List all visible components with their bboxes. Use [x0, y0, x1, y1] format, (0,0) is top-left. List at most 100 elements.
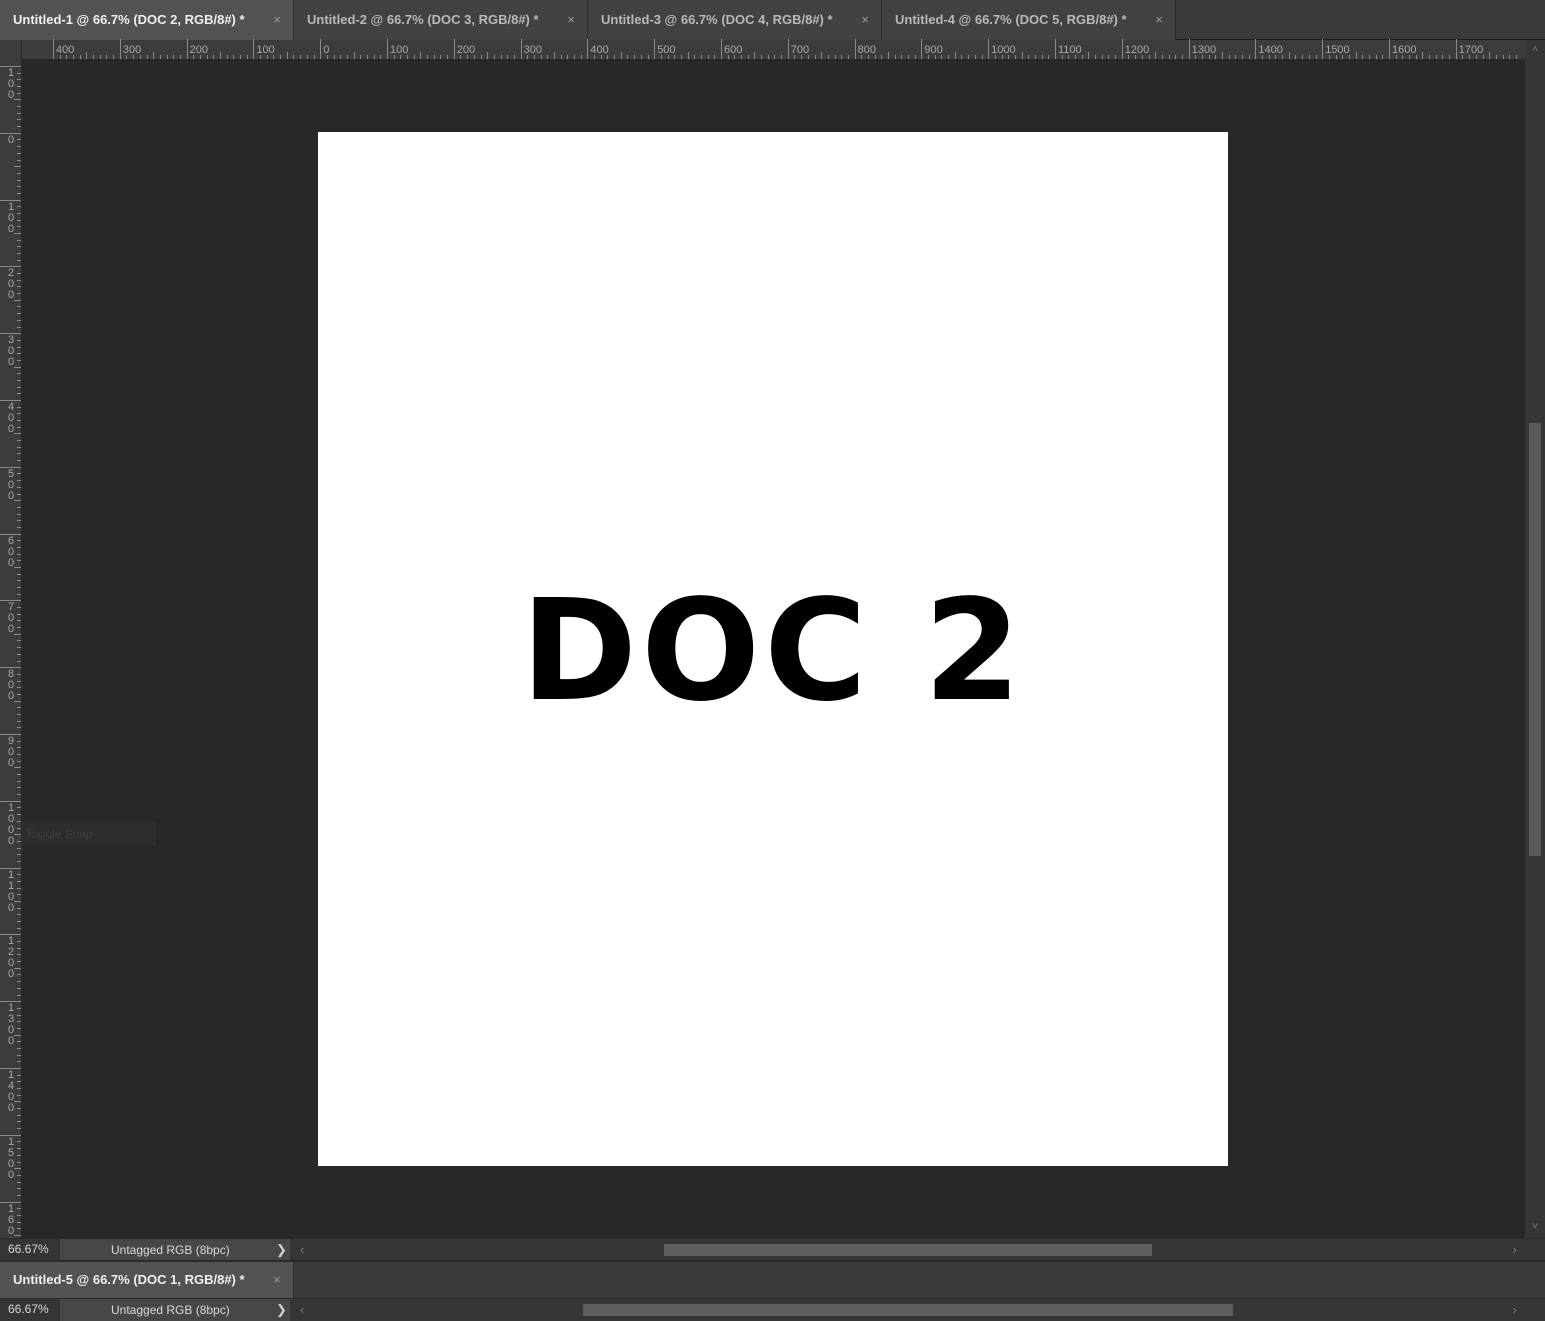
tab-title: Untitled-2 @ 66.7% (DOC 3, RGB/8#) * [307, 12, 539, 27]
ruler-minor-tick [761, 55, 763, 59]
ruler-minor-tick [17, 607, 21, 609]
ruler-label: 900 [924, 44, 943, 56]
chevron-right-icon[interactable]: ❯ [276, 1299, 287, 1321]
ruler-minor-tick [781, 55, 783, 59]
ruler-major-tick [921, 39, 923, 59]
vertical-scroll-thumb[interactable] [1529, 423, 1541, 856]
scroll-right-icon[interactable]: › [1513, 1299, 1517, 1321]
ruler-major-tick [721, 39, 722, 59]
ruler-label: 0 [7, 133, 15, 146]
ruler-minor-tick [17, 346, 21, 348]
document-info[interactable]: Untagged RGB (8bpc) [60, 1299, 290, 1321]
ruler-minor-tick [17, 1148, 21, 1150]
ruler-minor-tick [153, 52, 155, 59]
zoom-level[interactable]: 66.67% [0, 1239, 60, 1261]
scroll-up-icon[interactable]: ˄ [1525, 44, 1545, 55]
scroll-left-icon[interactable]: ‹ [300, 1239, 304, 1261]
ruler-minor-tick [513, 55, 515, 59]
close-icon[interactable]: × [1155, 0, 1163, 40]
ruler-minor-tick [1308, 55, 1310, 59]
ruler-label: 900 [7, 735, 15, 769]
document-canvas[interactable]: DOC 2 [318, 132, 1228, 1166]
ruler-minor-tick [413, 55, 415, 59]
horizontal-scroll-thumb[interactable] [664, 1244, 1152, 1256]
ruler-minor-tick [17, 927, 21, 929]
tab-untitled-2[interactable]: Untitled-2 @ 66.7% (DOC 3, RGB/8#) * × [294, 0, 588, 40]
ruler-minor-tick [17, 406, 21, 408]
ruler-minor-tick [17, 219, 21, 221]
ruler-major-tick [520, 39, 522, 59]
ruler-minor-tick [17, 1081, 21, 1083]
ruler-minor-tick [1362, 55, 1364, 59]
ruler-minor-tick [427, 55, 429, 59]
vertical-scrollbar[interactable]: ˄ ˅ [1525, 40, 1545, 1238]
ruler-minor-tick [159, 55, 161, 59]
close-icon[interactable]: × [273, 1262, 281, 1298]
vertical-ruler[interactable]: 100 0 100 200 300 400 500 600 700 800 900 1000 1100 1… [0, 40, 22, 1247]
ruler-minor-tick [17, 807, 21, 809]
ruler-minor-tick [1515, 55, 1517, 59]
scroll-right-icon[interactable]: › [1513, 1239, 1517, 1261]
canvas-area[interactable]: DOC 2 Toggle Snap [22, 60, 1525, 1238]
horizontal-scrollbar[interactable]: ‹ › [290, 1299, 1545, 1321]
scroll-left-icon[interactable]: ‹ [300, 1299, 304, 1321]
ruler-label: 100 [7, 200, 15, 235]
ruler-minor-tick [500, 55, 502, 59]
tab-untitled-5[interactable]: Untitled-5 @ 66.7% (DOC 1, RGB/8#) * × [0, 1262, 294, 1298]
document-info[interactable]: Untagged RGB (8bpc) [60, 1239, 290, 1261]
ruler-minor-tick [1495, 55, 1497, 59]
ruler-minor-tick [146, 55, 148, 59]
ruler-minor-tick [574, 55, 576, 59]
ruler-minor-tick [1489, 52, 1491, 59]
chevron-right-icon[interactable]: ❯ [276, 1239, 287, 1261]
tab-untitled-1[interactable]: Untitled-1 @ 66.7% (DOC 2, RGB/8#) * × [0, 0, 294, 40]
horizontal-scroll-thumb[interactable] [583, 1304, 1233, 1316]
ruler-minor-tick [17, 1041, 21, 1043]
ruler-minor-tick [17, 79, 21, 81]
ruler-minor-tick [827, 55, 829, 59]
ruler-minor-tick [17, 854, 21, 856]
close-icon[interactable]: × [861, 0, 869, 40]
ruler-minor-tick [17, 1114, 21, 1116]
ruler-minor-tick [1422, 52, 1424, 59]
ruler-minor-tick [480, 55, 482, 59]
ruler-minor-tick [173, 55, 175, 59]
close-icon[interactable]: × [273, 0, 281, 40]
ruler-minor-tick [17, 640, 21, 642]
ruler-label: 800 [7, 668, 15, 703]
horizontal-ruler[interactable]: 400 300 200 100 0 100 200 300 400 500 600 700 800 900… [22, 39, 1525, 60]
ruler-minor-tick [17, 847, 21, 849]
ruler-minor-tick [17, 246, 21, 248]
tab-untitled-3[interactable]: Untitled-3 @ 66.7% (DOC 4, RGB/8#) * × [588, 0, 882, 40]
ruler-minor-tick [1288, 52, 1290, 59]
ruler-minor-tick [834, 55, 836, 59]
zoom-level[interactable]: 66.67% [0, 1299, 60, 1321]
ruler-minor-tick [1242, 55, 1244, 59]
ruler-minor-tick [17, 1047, 21, 1049]
ruler-minor-tick [687, 52, 689, 59]
ruler-minor-tick [17, 413, 21, 415]
ruler-minor-tick [17, 820, 21, 822]
ruler-label: 300 [523, 44, 542, 56]
ruler-minor-tick [17, 373, 21, 375]
ruler-minor-tick [17, 440, 21, 442]
close-icon[interactable]: × [567, 0, 575, 40]
ruler-minor-tick [17, 673, 21, 675]
ruler-minor-tick [17, 954, 21, 956]
ruler-minor-tick [420, 52, 422, 59]
ruler-label: 1100 [1058, 44, 1082, 56]
ruler-minor-tick [17, 874, 21, 876]
ruler-minor-tick [888, 52, 889, 59]
ruler-minor-tick [17, 1188, 21, 1190]
ruler-minor-tick [17, 1194, 21, 1196]
tab-untitled-4[interactable]: Untitled-4 @ 66.7% (DOC 5, RGB/8#) * × [882, 0, 1176, 40]
ruler-label: 200 [7, 267, 15, 302]
ruler-major-tick [587, 39, 589, 59]
ruler-minor-tick [620, 52, 622, 59]
ruler-minor-tick [17, 460, 21, 462]
ruler-minor-tick [17, 226, 21, 228]
ruler-minor-tick [17, 386, 21, 388]
horizontal-scrollbar[interactable]: ‹ › [290, 1239, 1545, 1261]
ruler-minor-tick [17, 326, 21, 328]
scroll-down-icon[interactable]: ˅ [1525, 1221, 1545, 1232]
